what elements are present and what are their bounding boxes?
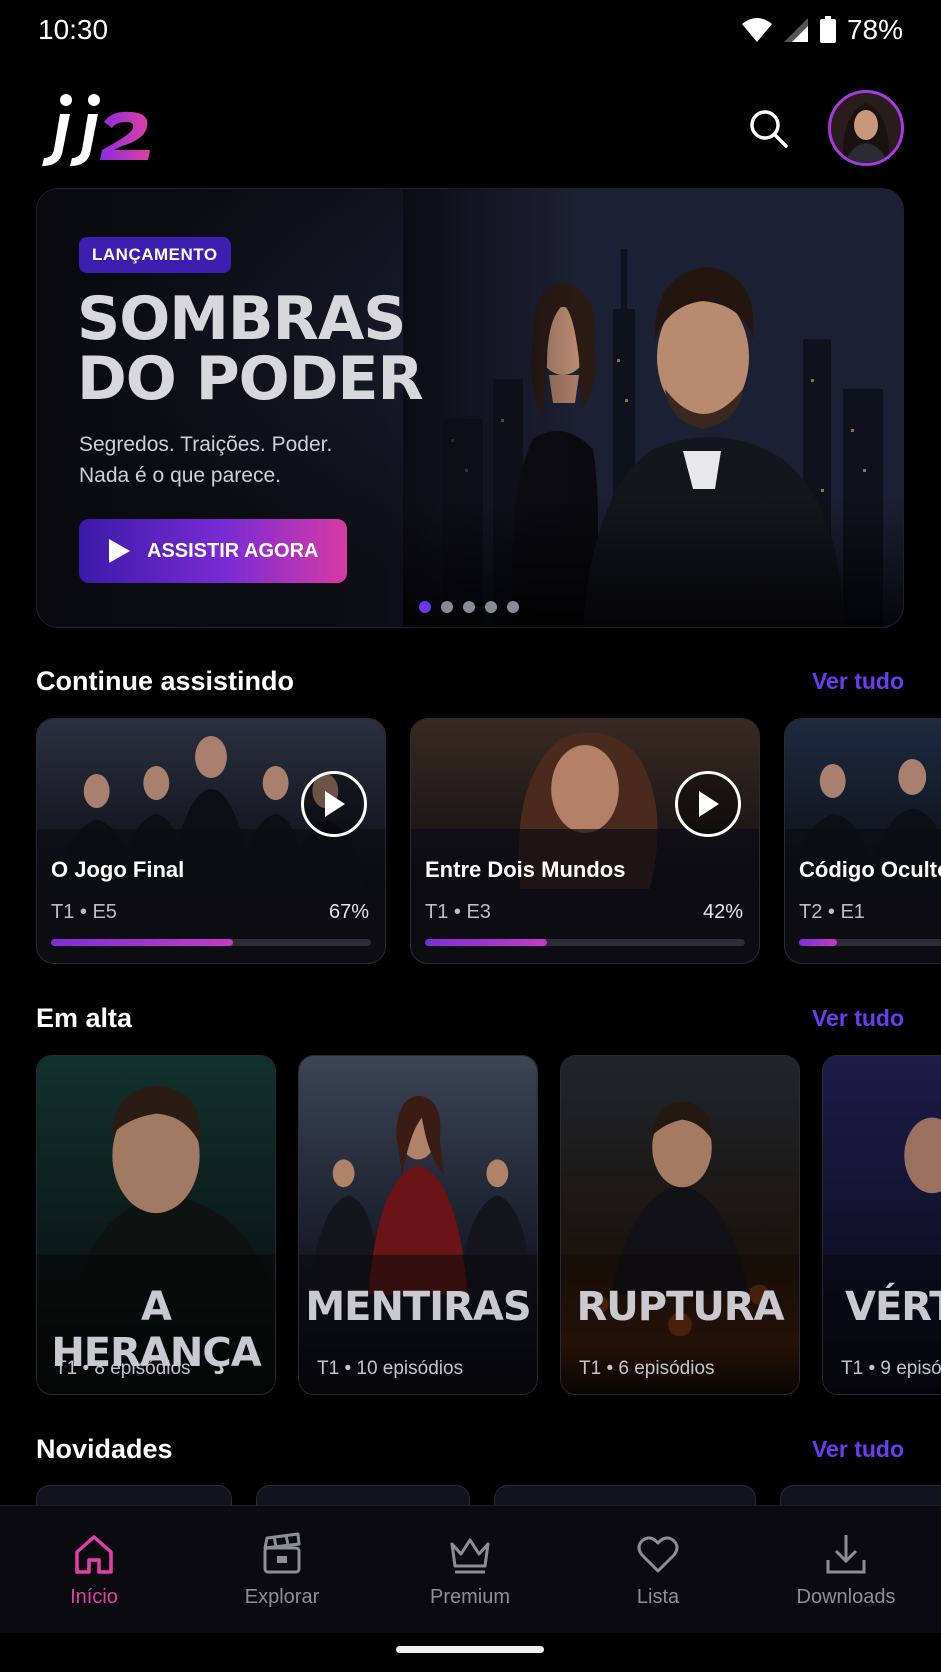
carousel-dot[interactable] <box>441 601 453 613</box>
hero-banner[interactable]: LANÇAMENTO SOMBRAS DO PODER Segredos. Tr… <box>36 188 904 628</box>
search-icon <box>750 110 788 148</box>
home-indicator[interactable] <box>396 1646 544 1653</box>
play-button[interactable] <box>675 771 741 837</box>
card-episode: T2 • E1 <box>799 901 865 923</box>
poster-title: MENTIRAS <box>305 1284 531 1330</box>
hero-subtitle-line: Nada é o que parece. <box>79 464 281 487</box>
clapperboard-icon <box>258 1530 306 1578</box>
trending-card[interactable]: RUPTURA T1 • 6 episódios <box>560 1055 800 1395</box>
trending-row[interactable]: A HERANÇA T1 • 8 episódios MENTIRAS T1 •… <box>36 1055 941 1395</box>
trending-section-header: Em alta Ver tudo <box>36 1003 904 1043</box>
see-all-link[interactable]: Ver tudo <box>812 1005 904 1032</box>
continue-section-header: Continue assistindo Ver tudo <box>36 666 904 706</box>
app-logo[interactable] <box>36 88 166 172</box>
poster-title: VÉRTI <box>845 1284 941 1330</box>
poster-title: RUPTURA <box>576 1284 784 1330</box>
see-all-link[interactable]: Ver tudo <box>812 1436 904 1463</box>
see-all-link[interactable]: Ver tudo <box>812 668 904 695</box>
top-bar <box>0 80 941 180</box>
progress-fill <box>425 939 547 946</box>
poster-info: T1 • 10 episódios <box>317 1358 464 1379</box>
progress-bar <box>51 939 371 946</box>
poster-info: T1 • 6 episódios <box>579 1358 715 1379</box>
poster-image <box>299 1056 537 1394</box>
carousel-dot[interactable] <box>507 601 519 613</box>
trending-card[interactable]: MENTIRAS T1 • 10 episódios <box>298 1055 538 1395</box>
continue-card[interactable]: O Jogo Final T1 • E5 67% <box>36 718 386 964</box>
download-icon <box>822 1530 870 1578</box>
wifi-icon <box>741 18 772 42</box>
carousel-dot[interactable] <box>485 601 497 613</box>
news-card[interactable] <box>780 1485 941 1505</box>
nav-label: Explorar <box>244 1586 320 1608</box>
progress-bar <box>425 939 745 946</box>
card-title: O Jogo Final <box>51 857 185 882</box>
poster-info: T1 • 8 episódios <box>55 1358 191 1379</box>
nav-item-premium[interactable]: Premium <box>376 1506 564 1634</box>
play-icon <box>325 791 345 817</box>
carousel-dot[interactable] <box>463 601 475 613</box>
progress-fill <box>799 939 838 946</box>
news-card[interactable] <box>36 1485 232 1505</box>
heart-icon <box>634 1530 682 1578</box>
status-time: 10:30 <box>38 14 109 45</box>
poster-image <box>823 1056 941 1394</box>
poster-info: T1 • 9 episódios <box>841 1358 941 1379</box>
hero-title-line: DO PODER <box>77 344 424 414</box>
news-section-header: Novidades Ver tudo <box>36 1434 904 1474</box>
continue-card[interactable]: Entre Dois Mundos T1 • E3 42% <box>410 718 760 964</box>
nav-label: Lista <box>636 1586 680 1608</box>
home-icon <box>70 1530 118 1578</box>
section-title: Em alta <box>36 1003 133 1033</box>
section-title: Continue assistindo <box>36 666 295 696</box>
nav-item-downloads[interactable]: Downloads <box>752 1506 940 1634</box>
logo-mark <box>42 94 150 166</box>
watch-now-button[interactable]: ASSISTIR AGORA <box>79 519 347 583</box>
hero-subtitle: Segredos. Traições. Poder. Nada é o que … <box>79 429 459 491</box>
nav-label: Downloads <box>796 1586 896 1608</box>
card-episode: T1 • E5 <box>51 901 117 923</box>
play-button[interactable] <box>301 771 367 837</box>
hero-title: SOMBRAS DO PODER <box>77 289 497 409</box>
nav-label: Início <box>70 1586 118 1608</box>
nav-item-home[interactable]: Início <box>0 1506 188 1634</box>
avatar-image <box>842 103 890 163</box>
release-badge: LANÇAMENTO <box>79 237 231 273</box>
watch-now-label: ASSISTIR AGORA <box>147 539 319 562</box>
carousel-dots <box>419 601 519 613</box>
progress-fill <box>51 939 234 946</box>
trending-card[interactable]: VÉRTI T1 • 9 episódios <box>822 1055 941 1395</box>
card-title: Entre Dois Mundos <box>425 857 626 882</box>
news-card[interactable] <box>256 1485 470 1505</box>
bottom-navigation: Início Explorar Premium Lista Downloads <box>0 1505 941 1633</box>
news-row[interactable] <box>36 1485 941 1505</box>
card-title: Código Oculto <box>799 857 941 882</box>
play-icon <box>699 791 719 817</box>
section-title: Novidades <box>36 1434 173 1464</box>
card-progress-label: 42% <box>702 901 743 923</box>
news-card[interactable] <box>494 1485 756 1505</box>
card-progress-label: 67% <box>328 901 369 923</box>
battery-icon <box>819 16 836 43</box>
progress-bar <box>799 939 941 946</box>
continue-watching-row[interactable]: O Jogo Final T1 • E5 67% Entre Dois Mund… <box>36 718 941 964</box>
nav-item-list[interactable]: Lista <box>564 1506 752 1634</box>
card-episode: T1 • E3 <box>425 901 491 923</box>
crown-icon <box>446 1530 494 1578</box>
hero-subtitle-line: Segredos. Traições. Poder. <box>79 433 333 456</box>
trending-card[interactable]: A HERANÇA T1 • 8 episódios <box>36 1055 276 1395</box>
continue-card[interactable]: Código Oculto T2 • E1 <box>784 718 941 964</box>
poster-image <box>561 1056 799 1394</box>
signal-icon <box>783 18 808 42</box>
play-icon <box>109 539 130 563</box>
hero-title-line: SOMBRAS <box>77 284 407 354</box>
battery-level: 78% <box>846 14 903 45</box>
carousel-dot[interactable] <box>419 601 431 613</box>
search-button[interactable] <box>742 102 794 154</box>
nav-label: Premium <box>429 1586 510 1608</box>
profile-avatar[interactable] <box>828 90 904 166</box>
nav-item-explore[interactable]: Explorar <box>188 1506 376 1634</box>
status-icons: 78% <box>741 14 903 46</box>
status-bar: 10:30 78% <box>0 0 941 62</box>
